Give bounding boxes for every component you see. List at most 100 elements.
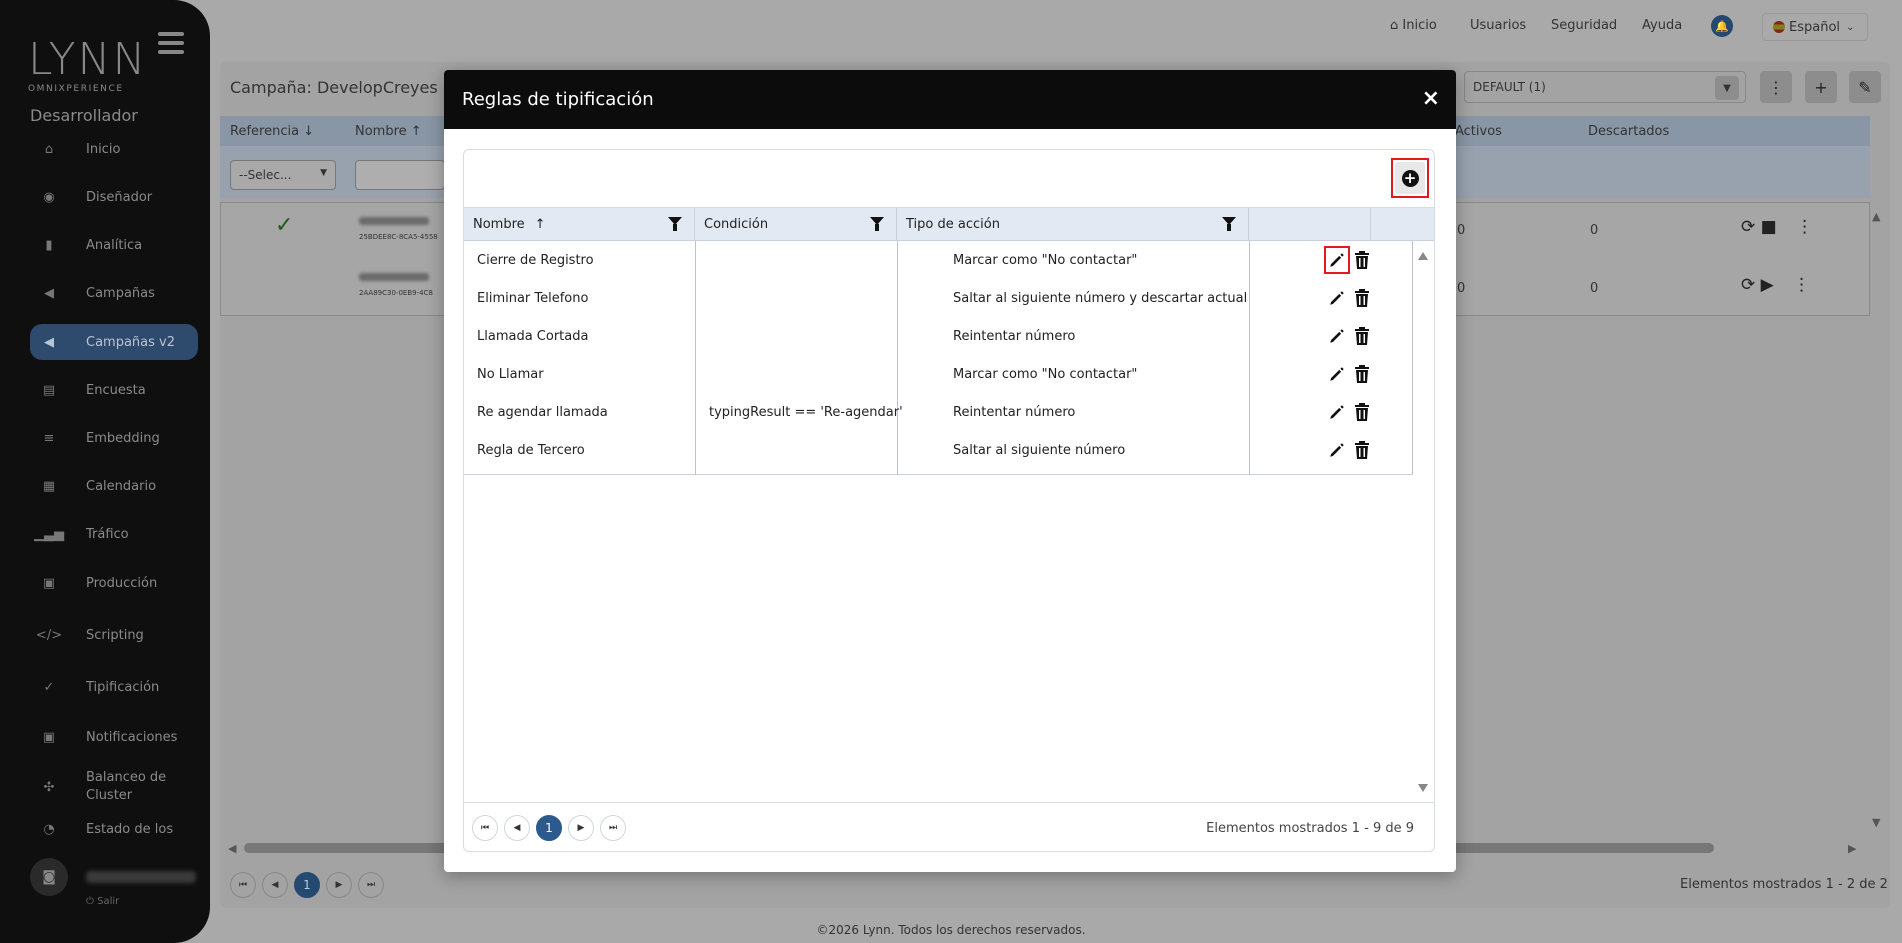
top-link-seguridad[interactable]: Seguridad: [1551, 18, 1617, 33]
notification-bell-icon[interactable]: 🔔: [1711, 15, 1733, 37]
sort-ascending-icon[interactable]: ↑: [535, 217, 546, 232]
sidebar-item-analitica[interactable]: ▮ Analítica: [30, 227, 198, 263]
user-profile[interactable]: ◙: [30, 858, 196, 896]
kebab-icon: ⋮: [1768, 77, 1784, 97]
sidebar-item-calendario[interactable]: ▦ Calendario: [30, 468, 198, 504]
sidebar-item-trafico[interactable]: ▁▃▅ Tráfico: [30, 516, 198, 552]
status-icon: ◔: [43, 821, 55, 837]
kebab-menu-button[interactable]: ⋮: [1760, 71, 1792, 103]
table-row[interactable]: Cierre de Registro Marcar como "No conta…: [464, 241, 1412, 279]
delete-trash-icon[interactable]: [1351, 325, 1373, 347]
table-row[interactable]: No Llamar Marcar como "No contactar": [464, 355, 1412, 393]
add-button[interactable]: +: [1805, 71, 1837, 103]
sidebar-item-inicio[interactable]: ⌂ Inicio: [30, 131, 198, 167]
scroll-left-icon[interactable]: ◀: [228, 842, 236, 855]
stop-icon[interactable]: ■: [1761, 217, 1777, 237]
delete-trash-icon[interactable]: [1351, 401, 1373, 423]
cell-accion: Saltar al siguiente número: [953, 442, 1126, 458]
referencia-filter-select[interactable]: --Selec... ▼: [230, 160, 336, 190]
grid-count: Elementos mostrados 1 - 9 de 9: [1206, 821, 1414, 836]
sidebar-item-estado[interactable]: ◔ Estado de los: [30, 811, 198, 847]
top-link-usuarios[interactable]: Usuarios: [1470, 18, 1526, 33]
edit-pencil-icon[interactable]: [1326, 439, 1348, 461]
nombre-filter-input[interactable]: [355, 160, 445, 190]
kebab-icon[interactable]: ⋮: [1796, 217, 1813, 237]
row-actions: ⟳ ■ ⋮: [1741, 217, 1813, 237]
home-icon: ⌂: [44, 141, 54, 157]
sidebar-item-tipificacion[interactable]: ✓ Tipificación: [30, 669, 198, 705]
sidebar-item-disenador[interactable]: ◉ Diseñador: [30, 179, 198, 215]
sidebar-item-campanas[interactable]: ◀ Campañas: [30, 275, 198, 311]
prev-page-button[interactable]: ◀: [262, 872, 288, 898]
sidebar-item-encuesta[interactable]: ▤ Encuesta: [30, 372, 198, 408]
close-icon[interactable]: ×: [1422, 88, 1440, 110]
column-header-condicion[interactable]: Condición: [695, 208, 897, 240]
logout-link[interactable]: ⏻ Salir: [86, 896, 119, 907]
delete-trash-icon[interactable]: [1351, 249, 1373, 271]
edit-pencil-icon[interactable]: [1326, 401, 1348, 423]
last-page-button[interactable]: ⏭: [358, 872, 384, 898]
page-number-button[interactable]: 1: [536, 815, 562, 841]
sidebar-item-balanceo-cluster[interactable]: ✣ Balanceo de Cluster: [30, 764, 198, 810]
scroll-right-icon[interactable]: ▶: [1848, 842, 1856, 855]
prev-page-button[interactable]: ◀: [504, 815, 530, 841]
top-link-ayuda[interactable]: Ayuda: [1642, 18, 1682, 33]
cell-nombre: Regla de Tercero: [477, 442, 585, 458]
table-row[interactable]: Re agendar llamada typingResult == 'Re-a…: [464, 393, 1412, 431]
column-header-referencia[interactable]: Referencia ↓: [230, 124, 314, 139]
play-icon[interactable]: ▶: [1761, 275, 1774, 295]
next-page-button[interactable]: ▶: [568, 815, 594, 841]
edit-pencil-icon[interactable]: [1324, 246, 1350, 274]
column-header-tipo-accion[interactable]: Tipo de acción: [897, 208, 1249, 240]
refresh-icon[interactable]: ⟳: [1741, 217, 1755, 237]
first-page-button[interactable]: ⏮: [472, 815, 498, 841]
language-select[interactable]: Español ⌄: [1762, 13, 1868, 41]
home-icon: ⌂: [1390, 18, 1399, 33]
sidebar-item-notificaciones[interactable]: ▣ Notificaciones: [30, 719, 198, 755]
edit-pencil-icon[interactable]: [1326, 363, 1348, 385]
delete-trash-icon[interactable]: [1351, 363, 1373, 385]
filter-icon[interactable]: [668, 217, 682, 231]
next-page-button[interactable]: ▶: [326, 872, 352, 898]
sidebar-item-embedding[interactable]: ≡ Embedding: [30, 420, 198, 456]
refresh-icon[interactable]: ⟳: [1741, 275, 1755, 295]
table-row[interactable]: Regla de Tercero Saltar al siguiente núm…: [464, 431, 1412, 469]
magic-wand-button[interactable]: ✎: [1849, 71, 1881, 103]
column-header-activos[interactable]: Activos: [1455, 124, 1502, 139]
filter-icon[interactable]: [1222, 217, 1236, 231]
top-nav: ⌂ Inicio Usuarios Seguridad Ayuda 🔔 Espa…: [0, 0, 1902, 52]
sidebar-item-campanas-v2[interactable]: ◀ Campañas v2: [30, 324, 198, 360]
row-actions: ⟳ ▶ ⋮: [1741, 275, 1810, 295]
sidebar-item-produccion[interactable]: ▣ Producción: [30, 565, 198, 601]
sidebar-item-label: Campañas: [86, 285, 155, 301]
clipboard-icon: ▤: [42, 382, 56, 398]
delete-trash-icon[interactable]: [1351, 439, 1373, 461]
add-rule-button[interactable]: +: [1391, 158, 1429, 198]
scroll-down-icon[interactable]: ▼: [1872, 816, 1880, 829]
cell-nombre: Eliminar Telefono: [477, 290, 589, 306]
modal-title: Reglas de tipificación: [462, 89, 654, 110]
last-page-button[interactable]: ⏭: [600, 815, 626, 841]
scroll-down-icon[interactable]: [1418, 784, 1428, 792]
kebab-icon[interactable]: ⋮: [1793, 275, 1810, 295]
column-header-nombre[interactable]: Nombre ↑: [464, 208, 695, 240]
edit-pencil-icon[interactable]: [1326, 287, 1348, 309]
page-number-button[interactable]: 1: [294, 872, 320, 898]
delete-trash-icon[interactable]: [1351, 287, 1373, 309]
bell-square-icon: ▣: [42, 729, 56, 745]
filter-icon[interactable]: [870, 217, 884, 231]
plus-icon: +: [1814, 77, 1828, 97]
scroll-up-icon[interactable]: ▲: [1872, 210, 1880, 223]
magic-wand-icon: ✎: [1858, 77, 1872, 97]
edit-pencil-icon[interactable]: [1326, 325, 1348, 347]
first-page-button[interactable]: ⏮: [230, 872, 256, 898]
default-select[interactable]: DEFAULT (1) ▼: [1464, 71, 1746, 103]
table-row[interactable]: Eliminar Telefono Saltar al siguiente nú…: [464, 279, 1412, 317]
column-header-nombre[interactable]: Nombre ↑: [355, 124, 422, 139]
scroll-up-icon[interactable]: [1418, 252, 1428, 260]
table-row[interactable]: Llamada Cortada Reintentar número: [464, 317, 1412, 355]
sidebar-item-label: Embedding: [86, 430, 160, 446]
column-header-descartados[interactable]: Descartados: [1588, 124, 1669, 139]
top-link-inicio[interactable]: ⌂ Inicio: [1390, 18, 1437, 33]
sidebar-item-scripting[interactable]: </> Scripting: [30, 617, 198, 653]
